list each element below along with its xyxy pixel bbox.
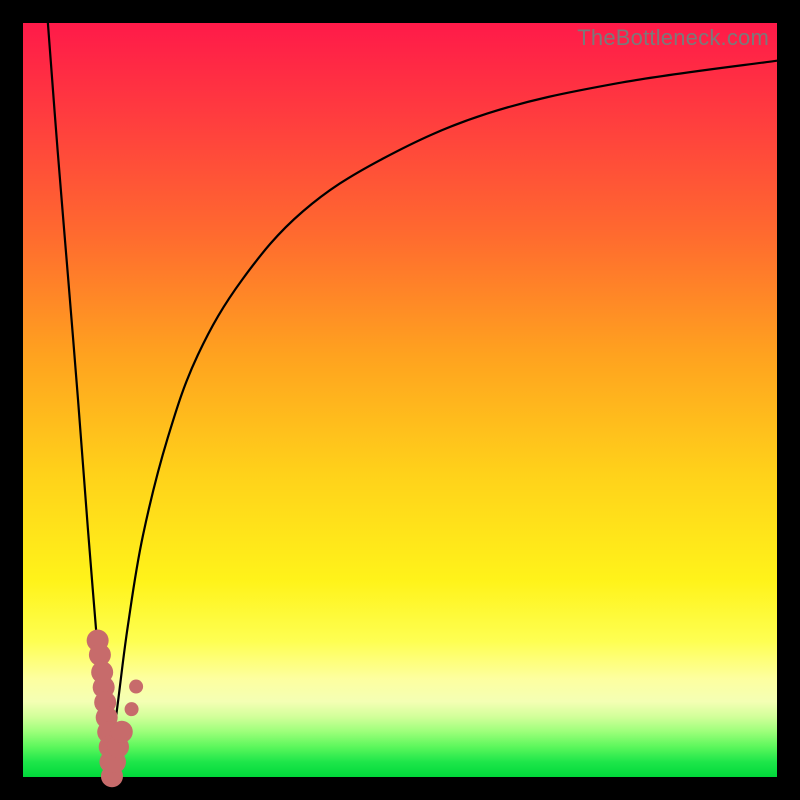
marker-cluster <box>87 630 143 788</box>
chart-svg <box>23 23 777 777</box>
curve-right-branch <box>108 61 777 777</box>
marker-dot <box>125 702 139 716</box>
marker-dot <box>129 680 143 694</box>
chart-frame: TheBottleneck.com <box>0 0 800 800</box>
marker-dot <box>111 721 133 743</box>
plot-area: TheBottleneck.com <box>23 23 777 777</box>
